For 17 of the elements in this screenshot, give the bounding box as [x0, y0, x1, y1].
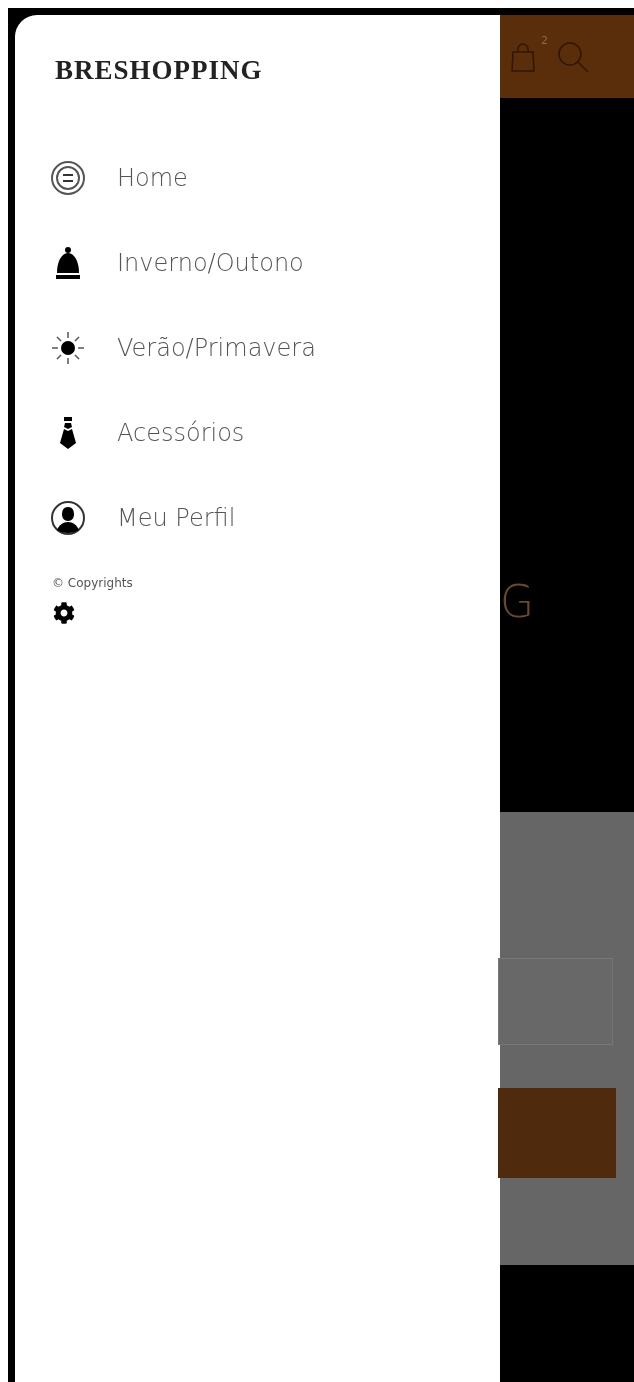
input-field[interactable] [498, 958, 613, 1045]
sun-icon [50, 329, 86, 366]
copyright-text: © Copyrights [52, 576, 133, 590]
menu-item[interactable]: Acessórios [55, 390, 245, 475]
settings-icon[interactable] [53, 602, 75, 624]
shopping-bag-icon[interactable] [510, 41, 536, 72]
menu-item[interactable]: Inverno/Outono [55, 220, 304, 305]
menu-item[interactable]: Home [55, 135, 188, 220]
submit-button[interactable] [498, 1088, 616, 1178]
brand-title: BRESHOPPING [55, 55, 263, 86]
button-icon [50, 159, 86, 196]
search-icon[interactable] [556, 39, 590, 74]
menu-item[interactable]: Meu Perfil [55, 475, 236, 560]
cart-count: 2 [541, 33, 548, 47]
hero-title: G [500, 576, 535, 627]
menu-item[interactable]: Verão/Primavera [55, 305, 316, 390]
profile-icon [50, 499, 86, 536]
